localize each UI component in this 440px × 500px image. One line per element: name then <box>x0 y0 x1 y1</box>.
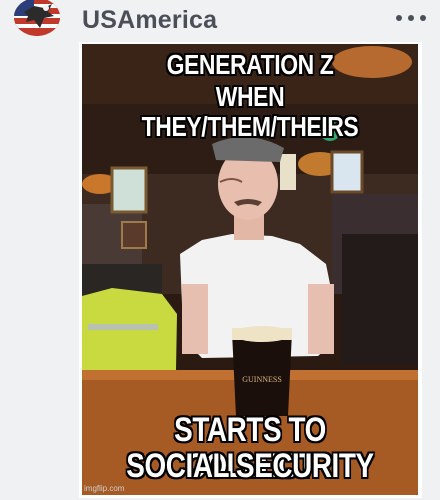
more-dot-icon <box>396 15 402 21</box>
post-username[interactable]: USAmerica <box>82 6 217 35</box>
glass-brand-text: GUINNESS <box>242 375 282 384</box>
eagle-flag-avatar-icon <box>14 0 60 36</box>
meme-top-caption-line2: WHEN THEY/THEM/THEIRS <box>141 81 359 142</box>
meme-top-caption-line1: GENERATION Z <box>166 49 334 80</box>
imgflip-watermark: imgflip.com <box>84 484 125 493</box>
post-header: USAmerica <box>0 0 440 44</box>
more-options-button[interactable] <box>396 8 426 28</box>
more-dot-icon <box>408 15 414 21</box>
user-avatar[interactable] <box>14 0 60 36</box>
meme-bottom-caption-line2: SOCIAL SECURITY <box>126 447 374 485</box>
more-dot-icon <box>420 15 426 21</box>
meme-image[interactable]: GUINNESS GENERATION Z WHEN THEY/THEM/THE… <box>82 44 418 495</box>
